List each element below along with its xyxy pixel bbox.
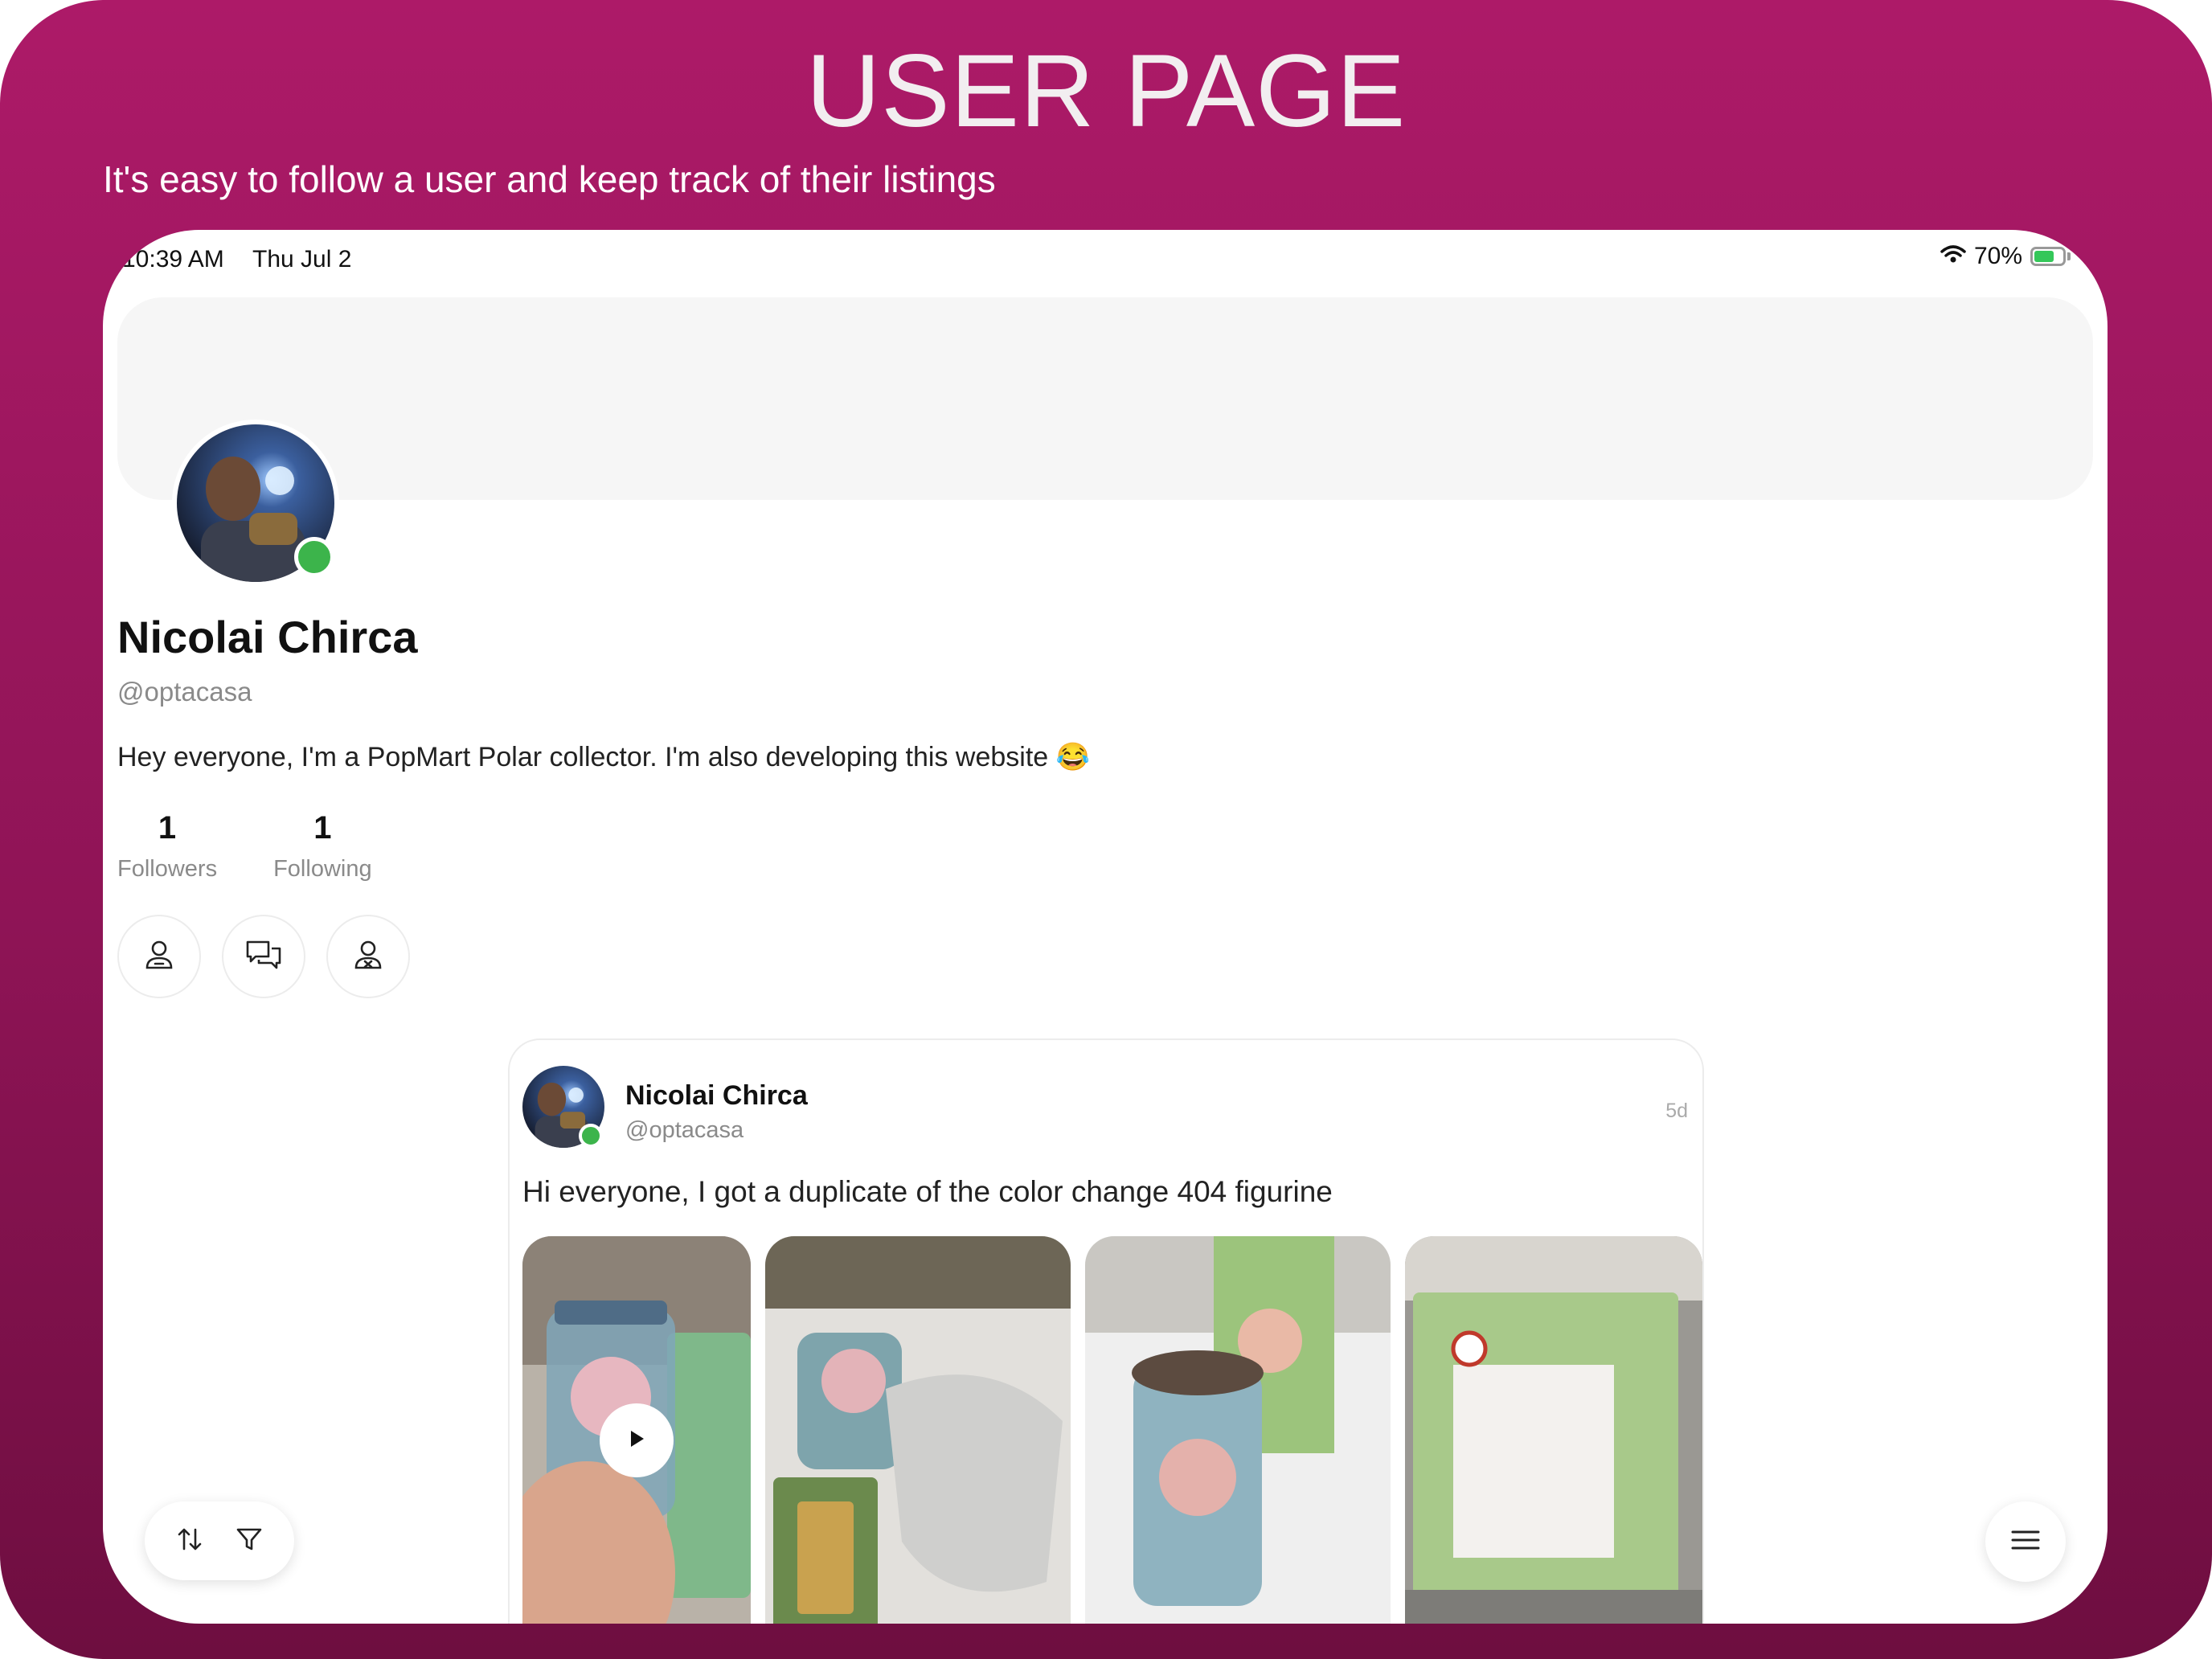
battery-level	[2034, 251, 2054, 262]
post-author-name[interactable]: Nicolai Chirca	[625, 1080, 808, 1112]
profile-banner	[117, 297, 2093, 500]
battery-charging-icon	[2030, 247, 2066, 266]
block-user-icon	[350, 937, 386, 977]
status-date: Thu Jul 2	[252, 246, 352, 272]
status-time: 10:39 AM	[122, 246, 224, 272]
promo-headline: USER PAGE	[805, 34, 1407, 149]
wifi-icon	[1940, 243, 1966, 270]
profile-stats: 1 Followers 1 Following	[117, 810, 372, 883]
sort-filter-pill	[145, 1501, 294, 1580]
post-online-dot	[579, 1124, 603, 1148]
followers-label: Followers	[117, 856, 218, 882]
block-user-button[interactable]	[326, 915, 410, 998]
post-text: Hi everyone, I got a duplicate of the co…	[522, 1175, 1333, 1208]
followers-stat[interactable]: 1 Followers	[117, 810, 217, 883]
profile-actions	[117, 915, 410, 998]
post-photo-2[interactable]	[765, 1236, 1071, 1624]
profile-handle: @optacasa	[117, 677, 252, 707]
play-button[interactable]	[600, 1403, 674, 1477]
online-status-dot	[294, 537, 334, 577]
play-icon	[626, 1428, 647, 1454]
battery-nub	[2067, 252, 2071, 260]
following-stat[interactable]: 1 Following	[273, 810, 372, 883]
battery-percent: 70%	[1973, 243, 2022, 269]
message-icon	[244, 937, 283, 977]
menu-button[interactable]	[1985, 1501, 2066, 1582]
sort-icon[interactable]	[175, 1525, 204, 1558]
filter-icon[interactable]	[235, 1525, 264, 1558]
profile-name: Nicolai Chirca	[117, 612, 418, 662]
promo-frame: USER PAGE It's easy to follow a user and…	[0, 0, 2212, 1659]
post-card[interactable]: Nicolai Chirca @optacasa 5d Hi everyone,…	[508, 1038, 1704, 1624]
unfollow-button[interactable]	[117, 915, 201, 998]
promo-subline: It's easy to follow a user and keep trac…	[103, 158, 996, 200]
unfollow-user-icon	[141, 937, 177, 977]
post-video-thumb[interactable]	[522, 1236, 751, 1624]
following-label: Following	[273, 856, 372, 882]
post-photo-4[interactable]	[1405, 1236, 1702, 1624]
post-author-handle: @optacasa	[625, 1117, 744, 1143]
menu-icon	[2009, 1527, 2042, 1557]
status-bar: 10:39 AM Thu Jul 2 70%	[103, 230, 2108, 286]
following-count: 1	[313, 810, 332, 846]
profile-avatar-wrap[interactable]	[172, 420, 339, 587]
status-right: 70%	[1940, 243, 2071, 270]
profile-bio: Hey everyone, I'm a PopMart Polar collec…	[117, 742, 1090, 772]
message-button[interactable]	[222, 915, 305, 998]
post-media-strip	[522, 1236, 1702, 1624]
followers-count: 1	[158, 810, 177, 846]
post-photo-3[interactable]	[1085, 1236, 1391, 1624]
device-screen: 10:39 AM Thu Jul 2 70% Nicolai Chirca @o…	[103, 230, 2108, 1624]
post-timestamp: 5d	[1665, 1100, 1688, 1122]
